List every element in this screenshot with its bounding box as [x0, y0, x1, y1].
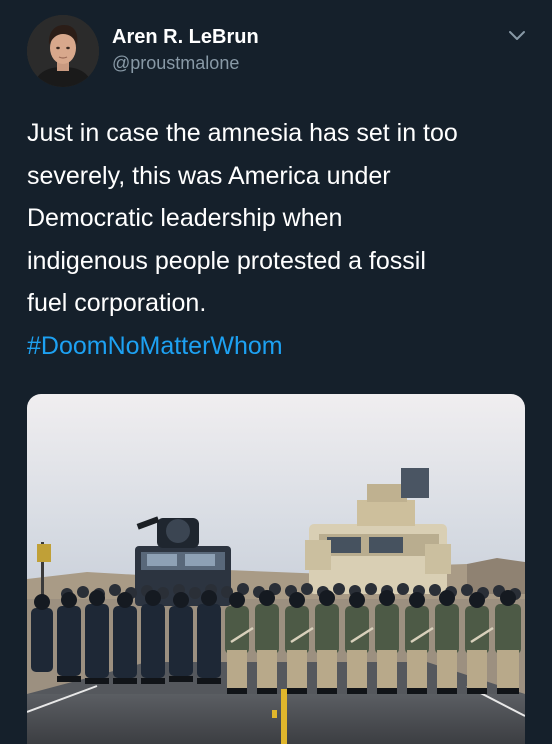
tweet-text-line: Democratic leadership when: [27, 204, 343, 232]
avatar[interactable]: [27, 15, 99, 87]
tweet-media-photo[interactable]: [27, 394, 525, 744]
hashtag-link[interactable]: #DoomNoMatterWhom: [27, 325, 537, 368]
author-name[interactable]: Aren R. LeBrun: [112, 26, 259, 49]
tweet-text-line: severely, this was America under: [27, 161, 391, 190]
tweet-text-line: Just in case the amnesia has set in too: [27, 119, 458, 147]
tweet-text-line: fuel corporation.: [27, 289, 207, 317]
chevron-down-icon[interactable]: [506, 28, 528, 44]
tweet-text-line: indigenous people protested a fossil: [27, 246, 426, 275]
tweet-card: Aren R. LeBrun @proustmalone Just in cas…: [0, 0, 552, 744]
author-handle[interactable]: @proustmalone: [112, 53, 239, 74]
tweet-text: Just in case the amnesia has set in too …: [27, 112, 537, 367]
police-line-photo-icon: [27, 394, 525, 744]
avatar-photo-icon: [27, 15, 99, 87]
